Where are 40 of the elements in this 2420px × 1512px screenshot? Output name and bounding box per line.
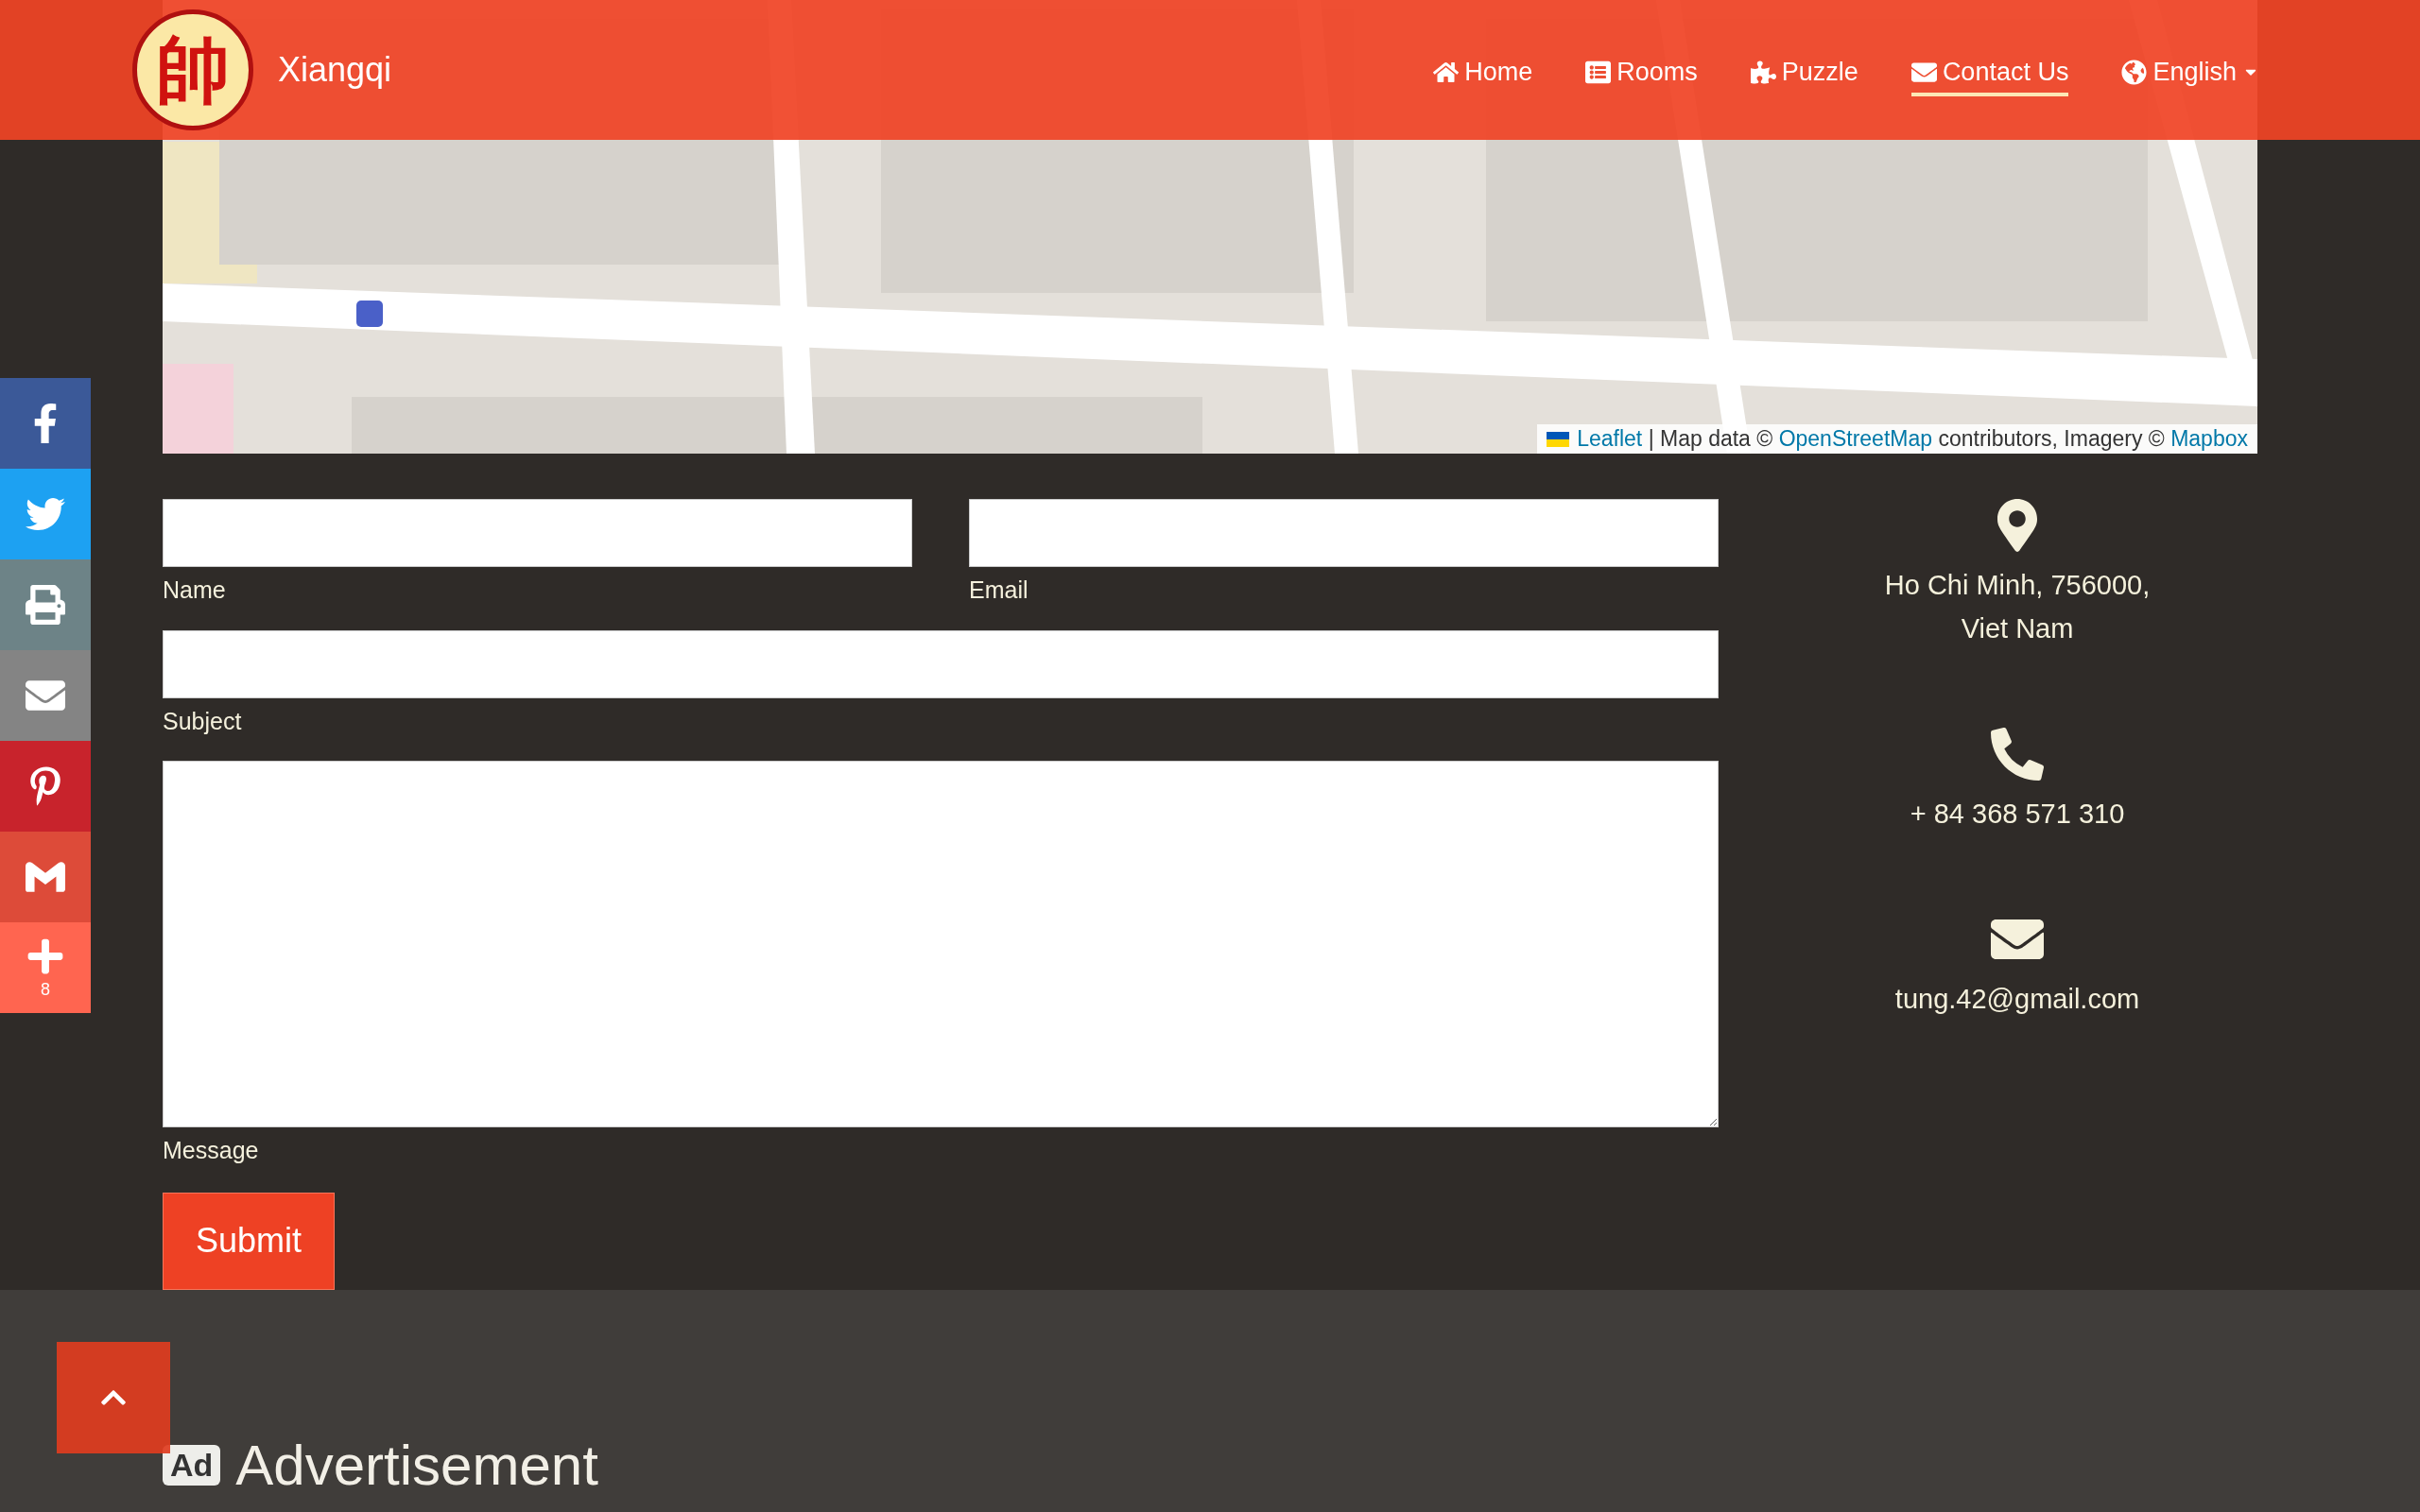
attribution-link[interactable]: Leaflet [1577, 426, 1643, 452]
site-logo[interactable]: 帥 [132, 9, 253, 130]
input-field[interactable] [163, 499, 912, 567]
share-button[interactable] [0, 469, 91, 559]
input-field[interactable] [969, 499, 1719, 567]
attribution-link[interactable]: OpenStreetMap [1778, 426, 1932, 452]
puzzle-icon [1750, 59, 1776, 85]
share-button[interactable] [0, 832, 91, 922]
share-button[interactable] [0, 378, 91, 469]
section-heading: Advertisement [235, 1432, 598, 1498]
field-label: Name [163, 576, 227, 604]
nav-link[interactable]: Puzzle [1750, 51, 1858, 96]
phone-icon [1991, 728, 2044, 781]
nav-link[interactable]: Home [1433, 51, 1533, 96]
submit-button[interactable]: Submit [163, 1192, 336, 1290]
nav-link[interactable]: English [2121, 51, 2259, 96]
share-button[interactable] [0, 650, 91, 741]
contact-text: Ho Chi Minh, 756000, Viet Nam [1884, 569, 2151, 645]
field-label: Message [163, 1137, 260, 1164]
share-button[interactable] [0, 741, 91, 832]
attribution-text: | Map data © [1647, 426, 1774, 452]
input-field[interactable] [163, 629, 1719, 698]
ad-badge: Ad [163, 1444, 221, 1486]
print-icon [26, 585, 65, 625]
attribution-link[interactable]: Mapbox [2170, 426, 2248, 452]
share-button[interactable] [0, 559, 91, 650]
flag-icon [1547, 431, 1570, 447]
site-name: Xiangqi [278, 50, 392, 90]
field-label: Email [969, 576, 1029, 604]
nav-link[interactable]: Contact Us [1910, 51, 2069, 96]
nav-link[interactable]: Rooms [1585, 51, 1698, 96]
field-label: Subject [163, 707, 243, 735]
contact-text: + 84 368 571 310 [1910, 798, 2125, 831]
share-button[interactable]: 8 [0, 922, 91, 1013]
share-count: 8 [41, 979, 50, 1000]
list-icon [1585, 59, 1612, 85]
globe-icon [2121, 59, 2148, 85]
contact-text: tung.42@gmail.com [1894, 983, 2140, 1016]
attribution-text: contributors, Imagery © [1937, 426, 2166, 452]
message-field[interactable] [163, 761, 1719, 1127]
